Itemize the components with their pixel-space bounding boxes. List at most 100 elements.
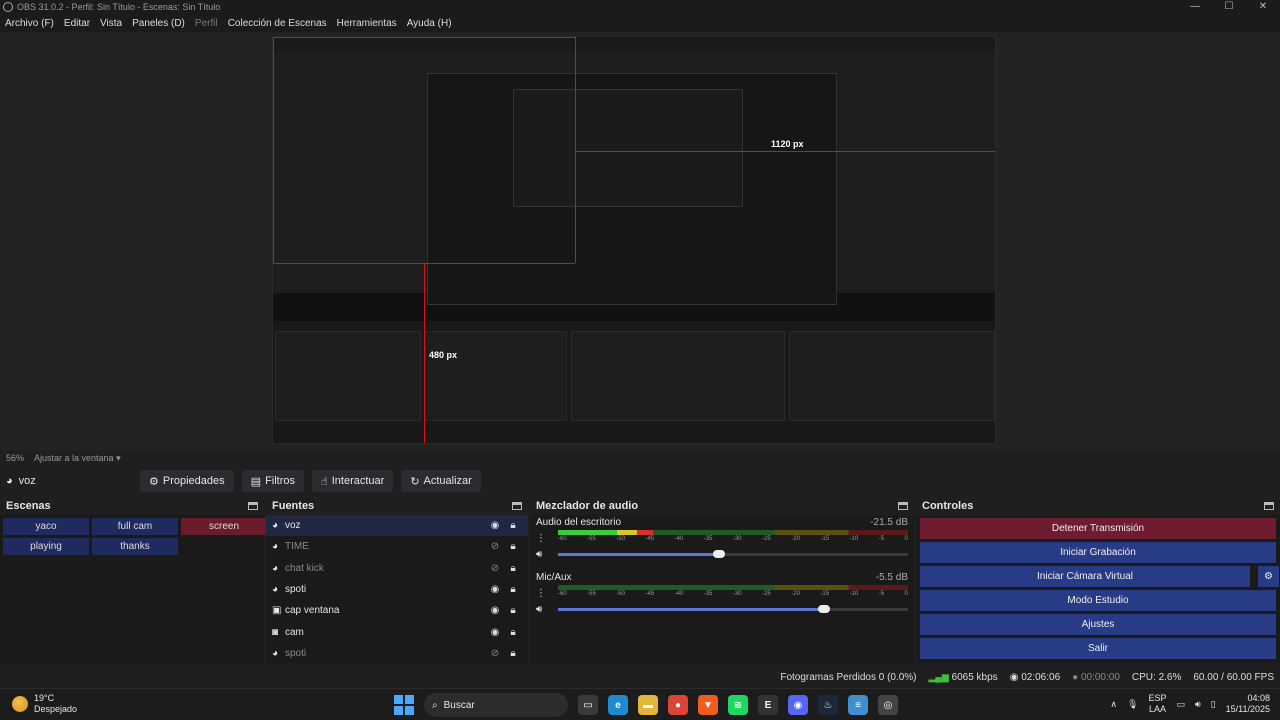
battery-icon[interactable]: ▯ (1211, 699, 1216, 710)
taskbar-search[interactable]: ⌕ Buscar (424, 693, 568, 717)
lock-icon[interactable]: 🔒︎ (504, 541, 522, 552)
menu-editar[interactable]: Editar (59, 18, 95, 29)
edge-icon[interactable]: e (608, 695, 628, 715)
steam-icon[interactable]: ♨ (818, 695, 838, 715)
volume-slider[interactable] (558, 549, 908, 558)
source-row[interactable]: ◕ chat kick ⊘ 🔒︎ (266, 558, 528, 579)
obs-icon[interactable]: ◎ (878, 695, 898, 715)
filters-button[interactable]: ▤ Filtros (241, 470, 305, 492)
chevron-up-icon[interactable]: ∧ (1110, 699, 1117, 710)
undock-icon[interactable] (1264, 502, 1274, 510)
menu-vista[interactable]: Vista (95, 18, 127, 29)
speaker-icon[interactable]: 🔊︎ (536, 549, 558, 560)
volume-knob[interactable] (818, 604, 830, 613)
brave-icon[interactable]: ▼ (698, 695, 718, 715)
minimize-button[interactable]: — (1178, 0, 1212, 14)
source-row[interactable]: ◕ spoti ◉ 🔒︎ (266, 579, 528, 600)
menu-ayuda[interactable]: Ayuda (H) (402, 18, 457, 29)
preview-canvas[interactable]: 1120 px 480 px (272, 36, 996, 444)
start-recording-button[interactable]: Iniciar Grabación (920, 542, 1276, 563)
broadcast-icon: ◉ (1009, 671, 1019, 683)
controls-header: Controles (916, 497, 1280, 515)
microphone-icon[interactable]: 🎙︎ (1127, 699, 1138, 710)
volume-knob[interactable] (713, 549, 725, 558)
scene-yaco[interactable]: yaco (3, 518, 89, 535)
epic-games-icon[interactable]: E (758, 695, 778, 715)
volume-slider[interactable] (558, 604, 908, 613)
notes-icon[interactable]: ≡ (848, 695, 868, 715)
mixer-header: Mezclador de audio (530, 497, 914, 515)
eye-hidden-icon[interactable]: ⊘ (486, 648, 504, 659)
scene-playing[interactable]: playing (3, 538, 89, 555)
browser-icon: ◕ (272, 562, 279, 574)
virtual-camera-label: Iniciar Cámara Virtual (1037, 571, 1133, 582)
undock-icon[interactable] (898, 502, 908, 510)
lock-icon[interactable]: 🔒︎ (504, 648, 522, 659)
language-indicator[interactable]: ESP LAA (1148, 693, 1166, 715)
exit-button[interactable]: Salir (920, 638, 1276, 659)
kebab-menu-icon[interactable]: ⋮ (536, 533, 546, 544)
eye-icon[interactable]: ◉ (486, 584, 504, 595)
fit-window-select[interactable]: Ajustar a la ventana ▾ (34, 453, 121, 464)
chrome-icon[interactable]: ● (668, 695, 688, 715)
spotify-icon[interactable]: ≋ (728, 695, 748, 715)
source-row[interactable]: ▣ cap ventana ◉ 🔒︎ (266, 600, 528, 621)
eye-hidden-icon[interactable]: ⊘ (486, 541, 504, 552)
meter-tick-label: 0 (904, 591, 908, 597)
virtual-camera-settings-gear-icon[interactable]: ⚙ (1255, 566, 1279, 587)
menu-paneles[interactable]: Paneles (D) (127, 18, 190, 29)
eye-icon[interactable]: ◉ (486, 605, 504, 616)
lock-icon[interactable]: 🔒︎ (504, 584, 522, 595)
eye-icon[interactable]: ◉ (486, 627, 504, 638)
menu-coleccion-escenas[interactable]: Colección de Escenas (223, 18, 332, 29)
eye-icon[interactable]: ◉ (486, 520, 504, 531)
channel-header: Audio del escritorio -21.5 dB (536, 517, 908, 530)
menu-herramientas[interactable]: Herramientas (332, 18, 402, 29)
bitrate: ▂▄▆ 6065 kbps (929, 672, 998, 683)
interact-button[interactable]: ☝ Interactuar (312, 470, 394, 492)
close-button[interactable]: ✕ (1246, 0, 1280, 14)
zoom-level: 56% (6, 453, 25, 463)
windows-start-icon[interactable] (394, 695, 414, 715)
nested-preview-inner-2 (513, 89, 743, 207)
volume-icon[interactable]: 🔊︎ (1195, 699, 1201, 710)
stop-streaming-button[interactable]: Detener Transmisión (920, 518, 1276, 539)
file-explorer-icon[interactable]: ▬ (638, 695, 658, 715)
lock-icon[interactable]: 🔒︎ (504, 605, 522, 616)
menu-perfil[interactable]: Perfil (190, 18, 223, 29)
network-icon[interactable]: ▭ (1176, 699, 1185, 710)
meter-tick-label: -25 (762, 591, 771, 597)
weather-widget[interactable]: 19°C Despejado (12, 693, 77, 715)
system-tray: ∧ 🎙︎ ESP LAA ▭ 🔊︎ ▯ 04:08 15/11/2025 (1110, 693, 1270, 715)
properties-button[interactable]: ⚙ Propiedades (140, 470, 234, 492)
nested-preview (273, 53, 995, 305)
menu-archivo[interactable]: Archivo (F) (0, 18, 59, 29)
studio-mode-button[interactable]: Modo Estudio (920, 590, 1276, 611)
lock-icon[interactable]: 🔒︎ (504, 520, 522, 531)
keyboard-layout: LAA (1148, 704, 1166, 714)
kebab-menu-icon[interactable]: ⋮ (536, 588, 546, 599)
lock-icon[interactable]: 🔒︎ (504, 563, 522, 574)
undock-icon[interactable] (512, 502, 522, 510)
source-row[interactable]: ◙ cam ◉ 🔒︎ (266, 621, 528, 642)
settings-button[interactable]: Ajustes (920, 614, 1276, 635)
source-row[interactable]: ◕ voz ◉ 🔒︎ (266, 515, 528, 537)
discord-icon[interactable]: ◉ (788, 695, 808, 715)
lock-icon[interactable]: 🔒︎ (504, 627, 522, 638)
scene-thanks[interactable]: thanks (92, 538, 178, 555)
speaker-icon[interactable]: 🔊︎ (536, 604, 558, 615)
undock-icon[interactable] (248, 502, 258, 510)
source-row[interactable]: ◕ TIME ⊘ 🔒︎ (266, 536, 528, 557)
sources-dock: Fuentes ◕ voz ◉ 🔒︎ ◕ TIME ⊘ 🔒︎ ◕ chat ki… (266, 497, 528, 663)
controls-title: Controles (922, 500, 974, 512)
scene-screen[interactable]: screen (181, 518, 267, 535)
refresh-button[interactable]: ↻ Actualizar (401, 470, 481, 492)
eye-hidden-icon[interactable]: ⊘ (486, 563, 504, 574)
task-view-icon[interactable]: ▭ (578, 695, 598, 715)
maximize-button[interactable]: ☐ (1212, 0, 1246, 14)
source-row[interactable]: ◕ spoti ⊘ 🔒︎ (266, 643, 528, 664)
clock[interactable]: 04:08 15/11/2025 (1226, 693, 1270, 715)
start-virtual-camera-button[interactable]: Iniciar Cámara Virtual ⚙ (920, 566, 1279, 587)
clock-time: 04:08 (1247, 693, 1270, 703)
scene-full-cam[interactable]: full cam (92, 518, 178, 535)
